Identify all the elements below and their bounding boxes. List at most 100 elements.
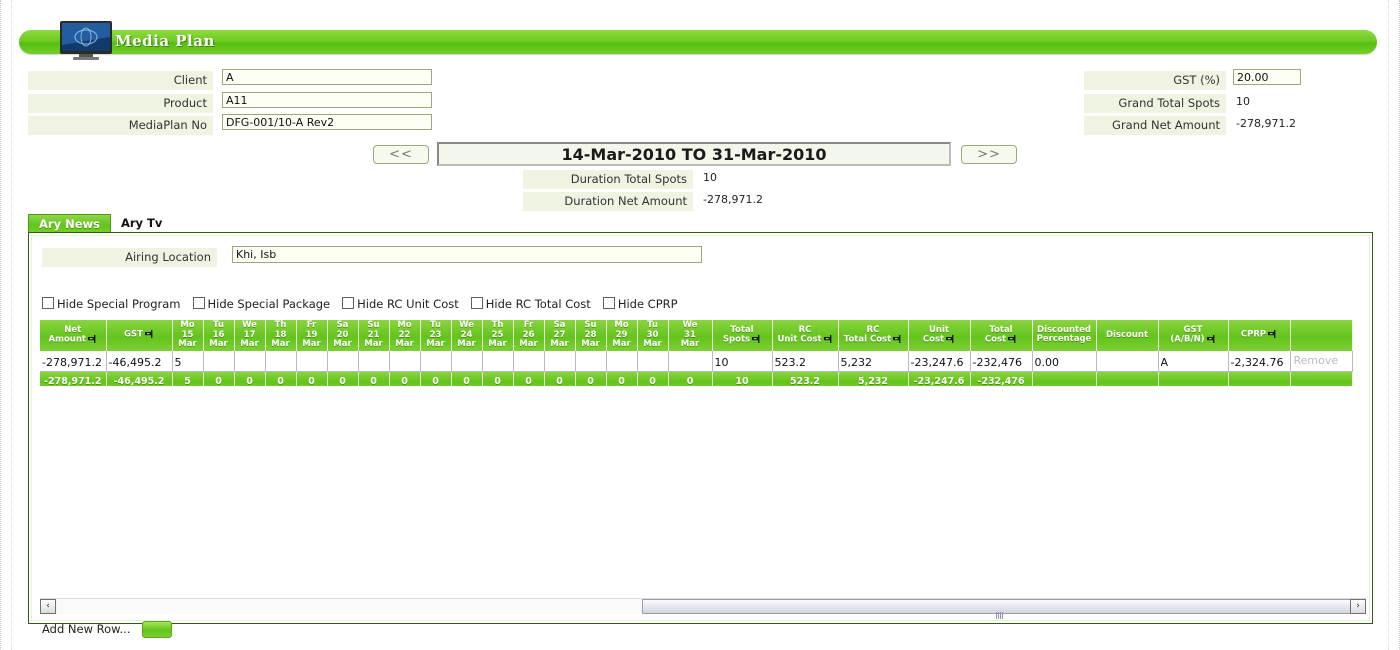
d16-input[interactable] xyxy=(203,353,234,371)
sort-icon[interactable] xyxy=(1008,335,1017,343)
d23-input[interactable] xyxy=(420,353,451,371)
next-period-button[interactable]: >> xyxy=(961,145,1017,164)
sort-icon[interactable] xyxy=(946,335,955,343)
cprp-input[interactable] xyxy=(1228,353,1290,371)
column-header-net_amount[interactable]: Net Amount xyxy=(40,320,107,351)
cell-disc_pct[interactable] xyxy=(1032,350,1097,372)
column-header-total_spots[interactable]: Total Spots xyxy=(712,320,773,351)
cell-d30[interactable] xyxy=(637,350,669,372)
cell-d24[interactable] xyxy=(451,350,483,372)
checkbox-hide-rc-unit-cost[interactable]: Hide RC Unit Cost xyxy=(342,296,459,312)
sort-icon[interactable] xyxy=(1206,335,1216,343)
rc_total_cost-input[interactable] xyxy=(838,353,908,371)
checkbox-box-icon[interactable] xyxy=(342,297,355,309)
column-header-rc_unit_cost[interactable]: RC Unit Cost xyxy=(772,320,839,351)
d25-input[interactable] xyxy=(482,353,513,371)
column-header-rc_total_cost[interactable]: RC Total Cost xyxy=(838,320,909,351)
sort-icon[interactable] xyxy=(893,335,902,343)
cell-d22[interactable] xyxy=(389,350,421,372)
d18-input[interactable] xyxy=(265,353,296,371)
cell-total_cost[interactable] xyxy=(970,350,1033,372)
cell-remove[interactable]: Remove xyxy=(1290,350,1353,372)
cell-unit_cost[interactable] xyxy=(908,350,971,372)
client-input[interactable] xyxy=(222,69,432,85)
cell-d28[interactable] xyxy=(575,350,607,372)
airing-location-input[interactable] xyxy=(232,246,702,263)
checkbox-hide-rc-total-cost[interactable]: Hide RC Total Cost xyxy=(470,296,591,312)
cell-d16[interactable] xyxy=(203,350,235,372)
cell-d20[interactable] xyxy=(327,350,359,372)
checkbox-box-icon[interactable] xyxy=(602,297,615,309)
cell-d25[interactable] xyxy=(482,350,514,372)
d29-input[interactable] xyxy=(606,353,637,371)
column-header-cprp[interactable]: CPRP xyxy=(1228,320,1291,351)
cell-d21[interactable] xyxy=(358,350,390,372)
checkbox-hide-special-program[interactable]: Hide Special Program xyxy=(42,296,181,312)
unit_cost-input[interactable] xyxy=(908,353,970,371)
disc_pct-input[interactable] xyxy=(1032,353,1096,371)
cell-cprp[interactable] xyxy=(1228,350,1291,372)
d28-input[interactable] xyxy=(575,353,606,371)
discount-input[interactable] xyxy=(1096,353,1158,371)
d15-input[interactable] xyxy=(172,353,203,371)
column-header-gst_abn[interactable]: GST (A/B/N) xyxy=(1158,320,1229,351)
checkbox-box-icon[interactable] xyxy=(42,297,54,309)
cell-d29[interactable] xyxy=(606,350,638,372)
d20-input[interactable] xyxy=(327,353,358,371)
d30-input[interactable] xyxy=(637,353,668,371)
scroll-right-arrow[interactable]: › xyxy=(1350,599,1366,614)
d27-input[interactable] xyxy=(544,353,575,371)
sort-icon[interactable] xyxy=(1268,330,1277,339)
net_amount-input[interactable] xyxy=(40,353,106,371)
d22-input[interactable] xyxy=(389,353,420,371)
d21-input[interactable] xyxy=(358,353,389,371)
d26-input[interactable] xyxy=(513,353,544,371)
checkbox-box-icon[interactable] xyxy=(470,297,483,309)
add-row-button[interactable] xyxy=(142,621,172,638)
cell-d18[interactable] xyxy=(265,350,297,372)
gst-percent-input[interactable] xyxy=(1233,69,1301,85)
cell-gst[interactable] xyxy=(106,350,173,372)
checkbox-box-icon[interactable] xyxy=(192,297,205,309)
sort-icon[interactable] xyxy=(752,335,761,343)
sort-icon[interactable] xyxy=(144,330,154,339)
cell-d15[interactable] xyxy=(172,350,204,372)
rc_unit_cost-input[interactable] xyxy=(772,353,838,371)
remove-row-link[interactable]: Remove xyxy=(1291,352,1352,369)
grid-horizontal-scrollbar[interactable]: ‹ › xyxy=(40,598,1366,619)
cell-d31[interactable] xyxy=(668,350,713,372)
cell-d26[interactable] xyxy=(513,350,545,372)
product-input[interactable] xyxy=(222,92,432,108)
d17-input[interactable] xyxy=(234,353,265,371)
column-header-unit_cost[interactable]: Unit Cost xyxy=(908,320,971,351)
column-header-total_cost[interactable]: Total Cost xyxy=(970,320,1033,351)
tab-ary-news[interactable]: Ary News xyxy=(28,214,111,233)
tab-ary-tv[interactable]: Ary Tv xyxy=(111,214,172,233)
cell-net_amount[interactable] xyxy=(40,350,107,372)
sort-icon[interactable] xyxy=(87,335,97,343)
cell-d23[interactable] xyxy=(420,350,452,372)
d31-input[interactable] xyxy=(668,353,712,371)
scrollbar-track[interactable] xyxy=(57,599,1360,619)
cell-d17[interactable] xyxy=(234,350,266,372)
checkbox-hide-cprp[interactable]: Hide CPRP xyxy=(602,296,678,312)
total_spots-input[interactable] xyxy=(712,353,772,371)
column-header-gst[interactable]: GST xyxy=(106,320,173,351)
date-range-display[interactable]: 14-Mar-2010 TO 31-Mar-2010 xyxy=(437,142,951,166)
cell-discount[interactable] xyxy=(1096,350,1159,372)
gst_abn-input[interactable] xyxy=(1158,353,1228,371)
cell-d27[interactable] xyxy=(544,350,576,372)
checkbox-hide-special-package[interactable]: Hide Special Package xyxy=(192,296,330,312)
sort-icon[interactable] xyxy=(823,335,833,343)
scroll-left-arrow[interactable]: ‹ xyxy=(40,599,56,614)
scrollbar-thumb[interactable] xyxy=(642,599,1360,619)
previous-period-button[interactable]: << xyxy=(373,145,429,164)
cell-rc_unit_cost[interactable] xyxy=(772,350,839,372)
gst-input[interactable] xyxy=(106,353,172,371)
d24-input[interactable] xyxy=(451,353,482,371)
cell-d19[interactable] xyxy=(296,350,328,372)
mediaplan-no-input[interactable] xyxy=(222,114,432,130)
d19-input[interactable] xyxy=(296,353,327,371)
cell-gst_abn[interactable] xyxy=(1158,350,1229,372)
total_cost-input[interactable] xyxy=(970,353,1032,371)
